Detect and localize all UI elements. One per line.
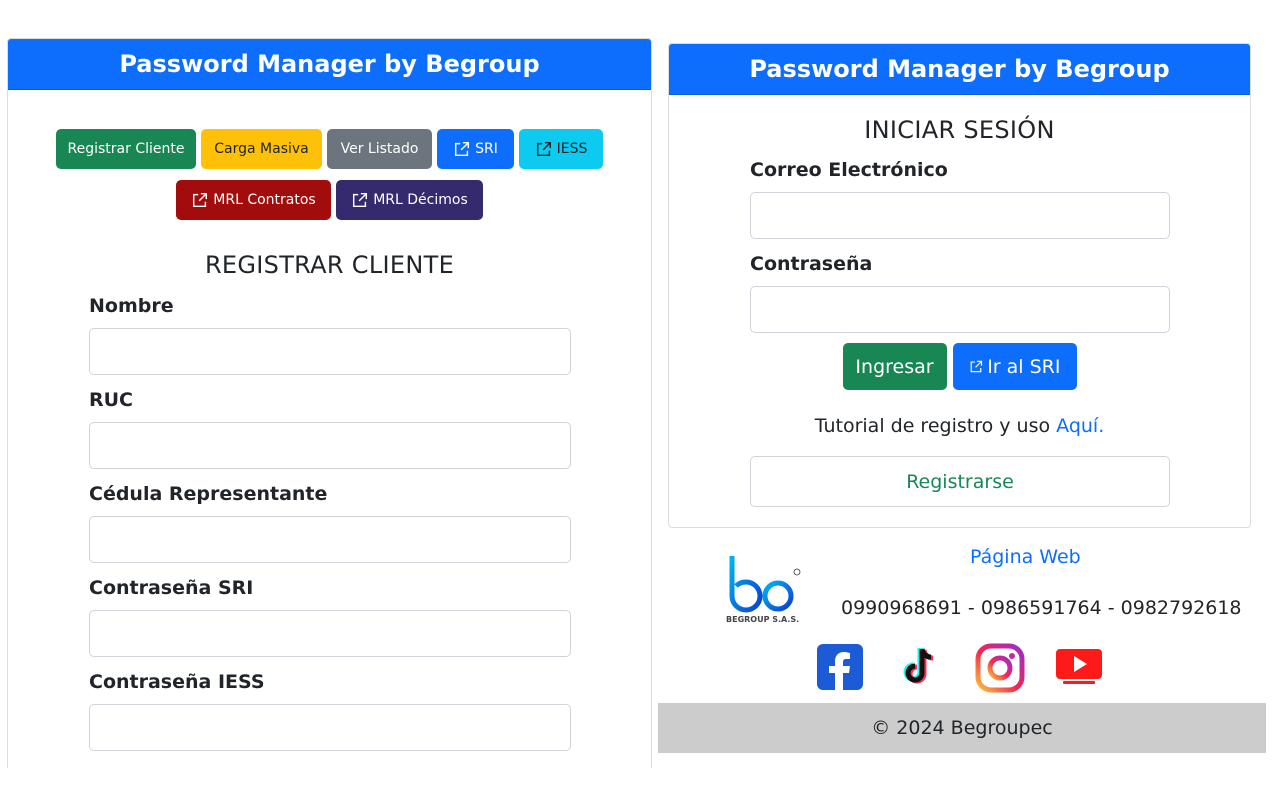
go-to-sri-button[interactable]: Ir al SRI: [952, 343, 1077, 390]
footer: BEGROUP S.A.S. Página Web 0990968691 - 0…: [658, 538, 1266, 753]
register-client-card: Password Manager by Begroup Registrar Cl…: [7, 38, 652, 768]
ruc-input[interactable]: [89, 422, 571, 469]
facebook-icon[interactable]: [816, 643, 866, 693]
instagram-icon[interactable]: [975, 643, 1025, 693]
mrl-contracts-button[interactable]: MRL Contratos: [176, 180, 331, 220]
external-link-icon: [536, 141, 551, 157]
tutorial-link[interactable]: Aquí.: [1056, 415, 1104, 437]
view-list-button[interactable]: Ver Listado: [327, 129, 432, 169]
go-to-sri-label: Ir al SRI: [987, 355, 1061, 378]
representative-id-input[interactable]: [89, 516, 571, 563]
logo-caption: BEGROUP S.A.S.: [726, 615, 800, 624]
mrl-decimos-button[interactable]: MRL Décimos: [336, 180, 483, 220]
login-card: Password Manager by Begroup INICIAR SESI…: [668, 43, 1251, 528]
mrl-decimos-label: MRL Décimos: [373, 192, 468, 208]
begroup-logo-icon: [729, 556, 801, 613]
mrl-contracts-label: MRL Contratos: [213, 192, 316, 208]
register-client-title: REGISTRAR CLIENTE: [204, 251, 455, 279]
password-input[interactable]: [750, 286, 1170, 333]
sri-link-label: SRI: [475, 141, 498, 157]
ruc-label: RUC: [89, 389, 134, 411]
name-input[interactable]: [89, 328, 571, 375]
nav-buttons-row-2: MRL Contratos MRL Décimos: [8, 180, 651, 220]
sri-password-input[interactable]: [89, 610, 571, 657]
external-link-icon: [455, 141, 470, 157]
phone-numbers: 0990968691 - 0986591764 - 0982792618: [841, 597, 1242, 619]
tiktok-icon[interactable]: [896, 643, 946, 693]
sri-link-button[interactable]: SRI: [437, 129, 514, 169]
name-label: Nombre: [89, 295, 174, 317]
register-client-button[interactable]: Registrar Cliente: [56, 129, 196, 169]
tutorial-text: Tutorial de registro y uso: [814, 415, 1051, 437]
login-actions: Ingresar Ir al SRI: [669, 343, 1250, 390]
email-input[interactable]: [750, 192, 1170, 239]
copyright-bar: © 2024 Begroupec: [658, 703, 1266, 753]
external-link-icon: [970, 360, 982, 373]
external-link-icon: [353, 192, 368, 208]
sri-password-label: Contraseña SRI: [89, 577, 254, 599]
youtube-icon[interactable]: [1055, 646, 1105, 696]
password-label: Contraseña: [750, 253, 873, 275]
tutorial-line: Tutorial de registro y uso Aquí.: [669, 415, 1250, 437]
login-title: INICIAR SESIÓN: [864, 116, 1055, 144]
iess-link-button[interactable]: IESS: [519, 129, 603, 169]
begroup-logo: BEGROUP S.A.S.: [724, 552, 806, 628]
right-card-header: Password Manager by Begroup: [669, 44, 1250, 95]
register-button[interactable]: Registrarse: [750, 456, 1170, 507]
bulk-upload-button[interactable]: Carga Masiva: [201, 129, 322, 169]
email-label: Correo Electrónico: [750, 159, 948, 181]
external-link-icon: [193, 192, 208, 208]
representative-id-label: Cédula Representante: [89, 483, 328, 505]
nav-buttons-row-1: Registrar Cliente Carga Masiva Ver Lista…: [8, 129, 651, 169]
iess-password-label: Contraseña IESS: [89, 671, 265, 693]
iess-password-input[interactable]: [89, 704, 571, 751]
website-link[interactable]: Página Web: [970, 546, 1081, 568]
iess-link-label: IESS: [556, 141, 588, 157]
left-card-header: Password Manager by Begroup: [8, 39, 651, 90]
login-button[interactable]: Ingresar: [842, 343, 947, 390]
